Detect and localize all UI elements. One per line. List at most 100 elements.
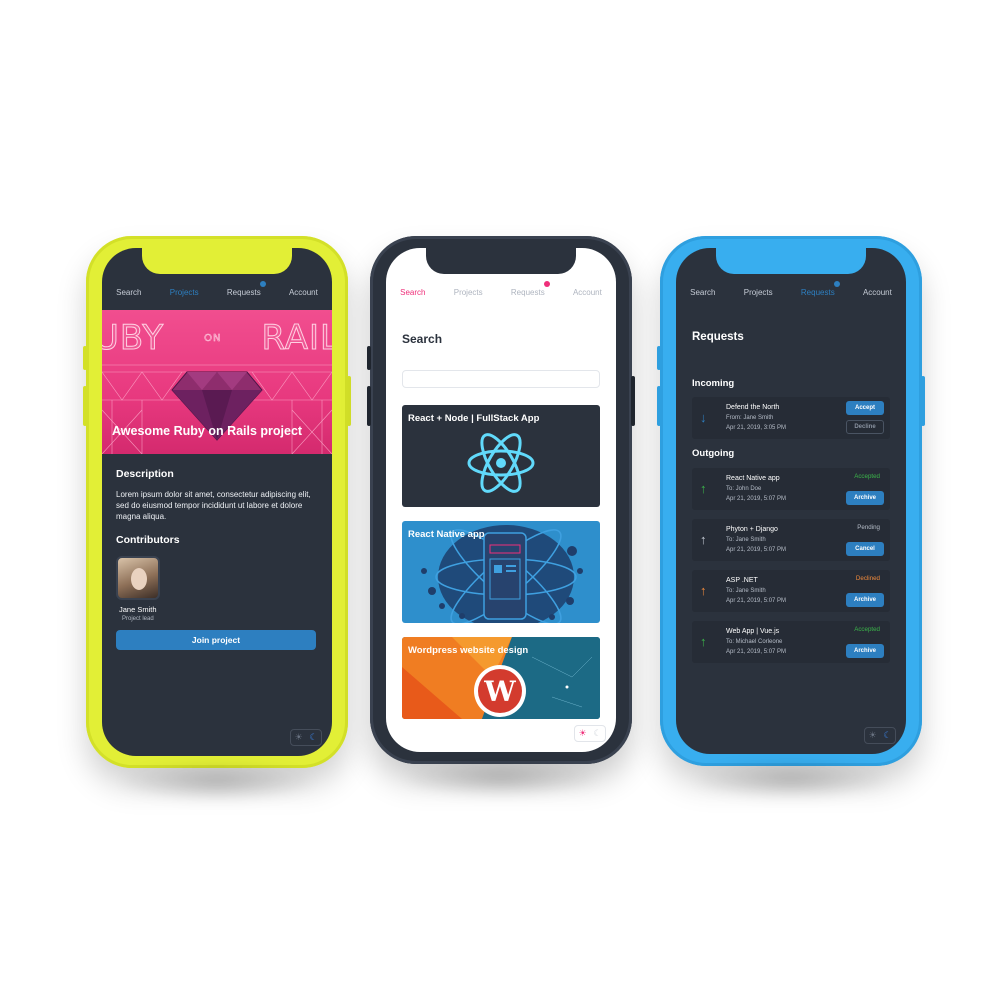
request-date: Apr 21, 2019, 5:07 PM bbox=[726, 649, 787, 655]
sun-icon[interactable]: ☀ bbox=[294, 732, 302, 743]
notification-dot bbox=[833, 281, 840, 287]
nav-projects[interactable]: Projects bbox=[744, 288, 773, 297]
request-date: Apr 21, 2019, 5:07 PM bbox=[726, 547, 787, 553]
description-heading: Description bbox=[116, 468, 174, 480]
svg-text:W: W bbox=[483, 675, 516, 708]
nav-requests[interactable]: Requests bbox=[800, 281, 840, 297]
nav-projects[interactable]: Projects bbox=[454, 288, 483, 297]
theme-toggle[interactable]: ☀ ☾ bbox=[574, 725, 606, 742]
request-item: ↑ Phyton + Django To: Jane Smith Apr 21,… bbox=[692, 519, 890, 561]
request-to: To: Michael Corleone bbox=[726, 639, 783, 645]
cancel-button[interactable]: Cancel bbox=[846, 542, 884, 556]
theme-toggle[interactable]: ☀ ☾ bbox=[864, 727, 896, 744]
nav-search[interactable]: Search bbox=[116, 288, 141, 297]
side-button bbox=[367, 386, 371, 426]
join-project-button[interactable]: Join project bbox=[116, 630, 316, 650]
side-button bbox=[657, 346, 661, 370]
request-name: Defend the North bbox=[726, 404, 780, 411]
status-badge: Accepted bbox=[854, 473, 880, 480]
notification-dot bbox=[543, 281, 550, 287]
archive-button[interactable]: Archive bbox=[846, 491, 884, 505]
request-item: ↑ Web App | Vue.js To: Michael Corleone … bbox=[692, 621, 890, 663]
side-button bbox=[367, 346, 371, 370]
nav-account[interactable]: Account bbox=[863, 288, 892, 297]
art-text-right: RAIL bbox=[261, 318, 332, 359]
side-button bbox=[921, 376, 925, 426]
project-hero-image: UBY ON RAIL Awesome Ruby on Rails projec… bbox=[102, 310, 332, 454]
status-badge: Pending bbox=[857, 524, 880, 531]
request-to: To: Jane Smith bbox=[726, 537, 766, 543]
notch bbox=[426, 248, 576, 274]
status-badge: Accepted bbox=[854, 626, 880, 633]
arrow-up-icon: ↑ bbox=[700, 583, 707, 598]
nav-requests[interactable]: Requests bbox=[227, 281, 266, 297]
top-nav: Search Projects Requests Account bbox=[386, 281, 616, 297]
archive-button[interactable]: Archive bbox=[846, 644, 884, 658]
nav-requests-label: Requests bbox=[800, 288, 835, 297]
notification-dot bbox=[259, 281, 266, 287]
phone-requests: Search Projects Requests Account Request… bbox=[657, 236, 925, 800]
top-nav: Search Projects Requests Account bbox=[676, 281, 906, 297]
request-date: Apr 21, 2019, 3:05 PM bbox=[726, 425, 787, 431]
notch bbox=[142, 248, 292, 274]
arrow-up-icon: ↑ bbox=[700, 634, 707, 649]
request-date: Apr 21, 2019, 5:07 PM bbox=[726, 496, 787, 502]
screen: Search Projects Requests Account Request… bbox=[676, 248, 906, 754]
card-title: React Native app bbox=[408, 529, 485, 540]
card-title: Wordpress website design bbox=[408, 645, 529, 656]
request-name: ASP .NET bbox=[726, 577, 758, 584]
decline-button[interactable]: Decline bbox=[846, 420, 884, 434]
status-badge: Declined bbox=[855, 575, 880, 582]
card-title: React + Node | FullStack App bbox=[408, 413, 540, 424]
screen: Search Projects Requests Account Search … bbox=[386, 248, 616, 752]
archive-button[interactable]: Archive bbox=[846, 593, 884, 607]
request-name: Phyton + Django bbox=[726, 526, 778, 533]
avatar[interactable] bbox=[116, 556, 160, 600]
project-card[interactable]: Wordpress website design W bbox=[402, 637, 600, 719]
request-from: From: Jane Smith bbox=[726, 415, 774, 421]
nav-account[interactable]: Account bbox=[289, 288, 318, 297]
page-title: Requests bbox=[692, 331, 744, 343]
accept-button[interactable]: Accept bbox=[846, 401, 884, 415]
arrow-up-icon: ↑ bbox=[700, 532, 707, 547]
request-item: ↑ React Native app To: John Doe Apr 21, … bbox=[692, 468, 890, 510]
top-nav: Search Projects Requests Account bbox=[102, 281, 332, 297]
project-card[interactable]: React Native app bbox=[402, 521, 600, 623]
nav-requests[interactable]: Requests bbox=[510, 281, 550, 297]
request-name: Web App | Vue.js bbox=[726, 628, 780, 635]
sun-icon[interactable]: ☀ bbox=[578, 728, 586, 739]
contributor-role: Project lead bbox=[122, 616, 154, 622]
phone-project-detail: Search Projects Requests Account UBY ON … bbox=[83, 236, 351, 802]
project-card[interactable]: React + Node | FullStack App bbox=[402, 405, 600, 507]
nav-account[interactable]: Account bbox=[573, 288, 602, 297]
arrow-up-icon: ↑ bbox=[700, 481, 707, 496]
side-button bbox=[631, 376, 635, 426]
contributors-heading: Contributors bbox=[116, 534, 180, 546]
contributor-name: Jane Smith bbox=[119, 605, 157, 614]
side-button bbox=[657, 386, 661, 426]
moon-icon[interactable]: ☾ bbox=[593, 728, 601, 739]
sun-icon[interactable]: ☀ bbox=[868, 730, 876, 741]
side-button bbox=[83, 386, 87, 426]
moon-icon[interactable]: ☾ bbox=[309, 732, 317, 743]
phone-search: Search Projects Requests Account Search … bbox=[367, 236, 635, 798]
theme-toggle[interactable]: ☀ ☾ bbox=[290, 729, 322, 746]
notch bbox=[716, 248, 866, 274]
screen: Search Projects Requests Account UBY ON … bbox=[102, 248, 332, 756]
nav-projects[interactable]: Projects bbox=[170, 288, 199, 297]
incoming-heading: Incoming bbox=[692, 378, 735, 389]
request-item: ↓ Defend the North From: Jane Smith Apr … bbox=[692, 397, 890, 439]
project-details: Description Lorem ipsum dolor sit amet, … bbox=[116, 454, 318, 650]
description-text: Lorem ipsum dolor sit amet, consectetur … bbox=[116, 490, 311, 521]
moon-icon[interactable]: ☾ bbox=[883, 730, 891, 741]
side-button bbox=[83, 346, 87, 370]
nav-search[interactable]: Search bbox=[400, 288, 425, 297]
nav-search[interactable]: Search bbox=[690, 288, 715, 297]
request-to: To: Jane Smith bbox=[726, 588, 766, 594]
request-to: To: John Doe bbox=[726, 486, 762, 492]
nav-requests-label: Requests bbox=[510, 288, 545, 297]
search-input[interactable] bbox=[402, 370, 600, 388]
outgoing-heading: Outgoing bbox=[692, 448, 735, 459]
page-title: Search bbox=[402, 332, 443, 346]
arrow-down-icon: ↓ bbox=[700, 410, 707, 425]
